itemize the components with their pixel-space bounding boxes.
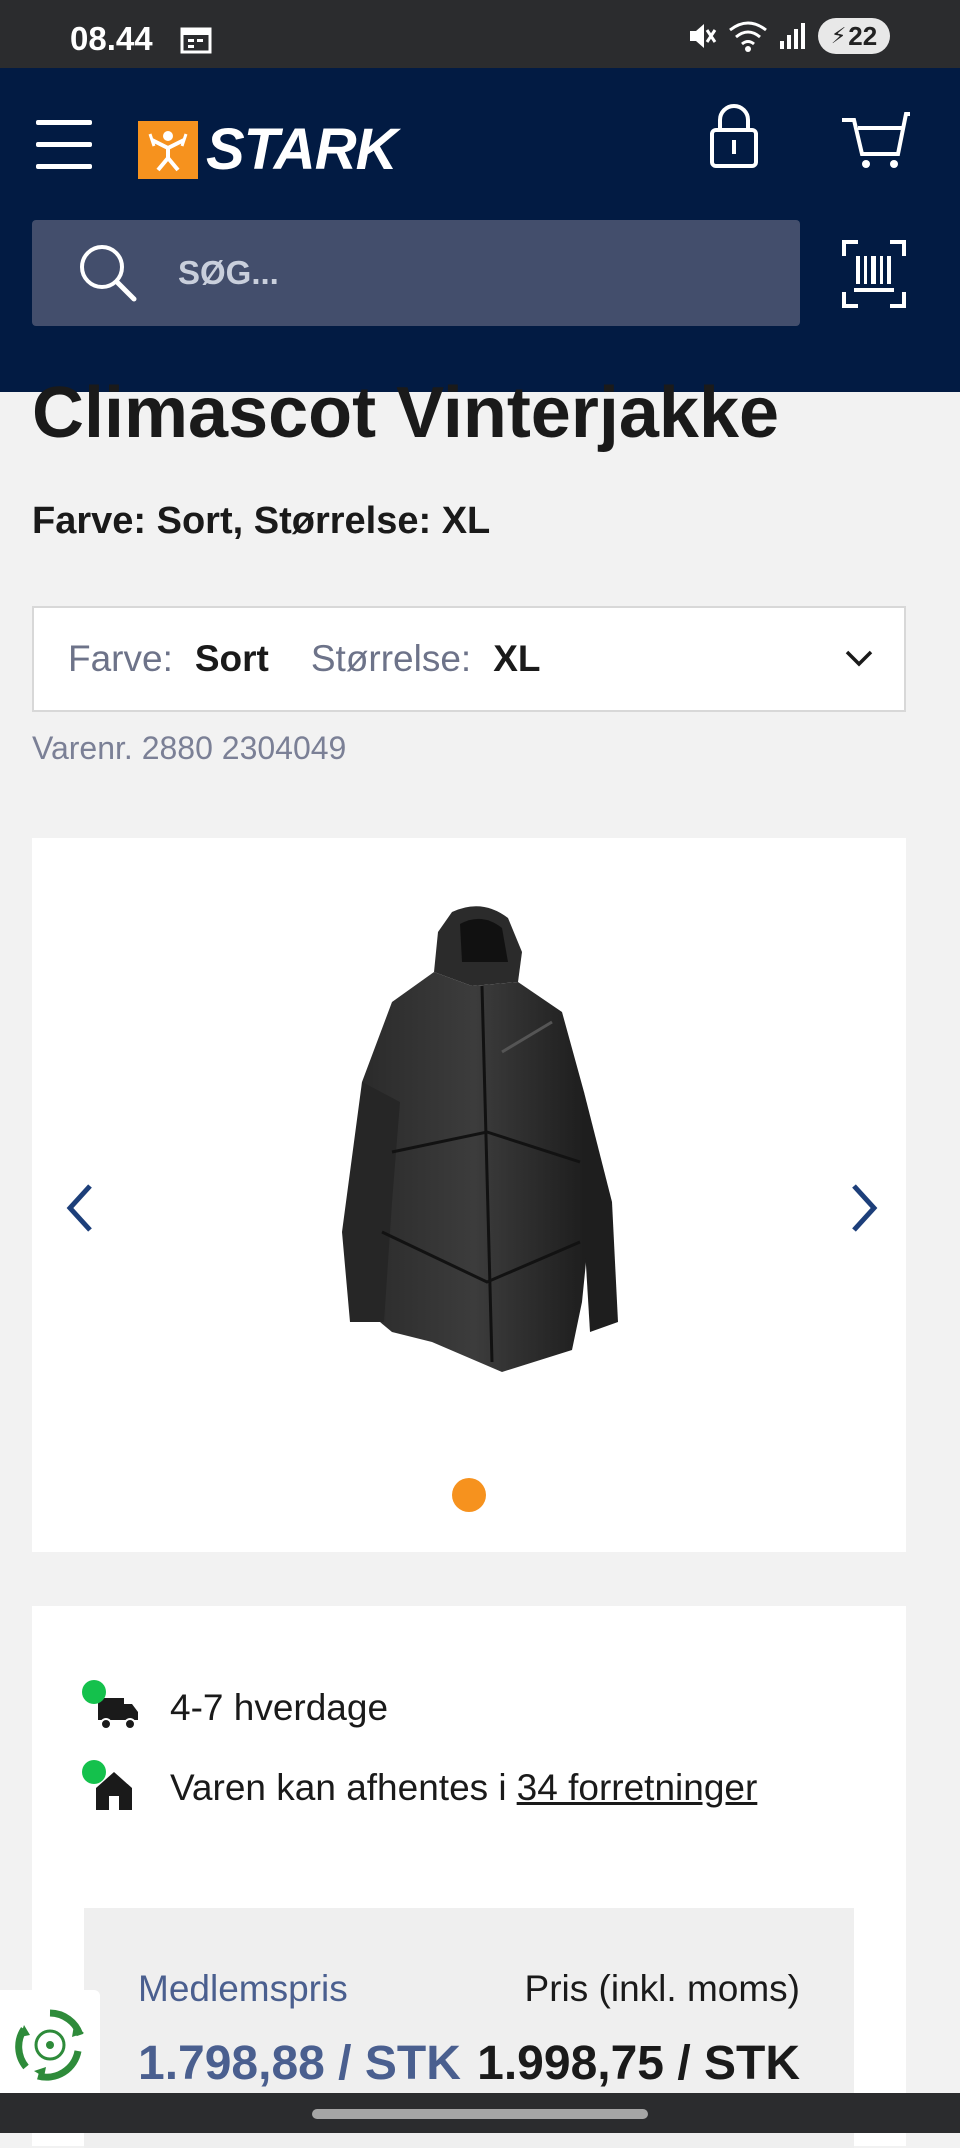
member-price-label: Medlemspris: [138, 1968, 348, 2009]
status-bar: 08.44 ⚡ 22: [0, 0, 960, 68]
pickup-text: Varen kan afhentes i: [170, 1767, 507, 1808]
pickup-info: Varen kan afhentes i 34 forretninger: [82, 1760, 758, 1812]
recycle-icon: [15, 2009, 84, 2081]
lock-icon[interactable]: [704, 100, 764, 170]
barcode-scan-icon[interactable]: [842, 240, 906, 308]
recycle-badge[interactable]: [0, 1990, 100, 2100]
gallery-dot-active[interactable]: [452, 1478, 486, 1512]
product-gallery: [32, 838, 906, 1552]
status-icons: ⚡ 22: [686, 18, 890, 54]
color-label: Farve:: [68, 638, 173, 679]
calendar-icon: [180, 27, 212, 54]
menu-button[interactable]: [36, 120, 92, 170]
status-dot: [82, 1760, 106, 1784]
store-house-icon: [82, 1760, 140, 1812]
menu-icon: [36, 120, 92, 125]
size-label: Størrelse:: [310, 638, 472, 679]
product-image[interactable]: [322, 902, 642, 1382]
delivery-info: 4-7 hverdage: [82, 1680, 389, 1732]
signal-icon: [780, 23, 805, 49]
search-icon: [80, 245, 137, 302]
pickup-stores-link[interactable]: 34 forretninger: [517, 1767, 758, 1809]
chevron-down-icon: [845, 650, 873, 667]
system-nav-bar: [0, 2093, 960, 2133]
brand-name: STARK: [206, 117, 397, 182]
regular-price-label: Pris (inkl. moms): [524, 1968, 800, 2009]
mute-icon: [690, 24, 717, 48]
chevron-left-icon[interactable]: [60, 1180, 100, 1236]
status-dot: [82, 1680, 106, 1704]
size-value: XL: [493, 638, 541, 679]
status-time: 08.44: [70, 20, 153, 57]
battery-level: 22: [848, 20, 878, 51]
site-header: STARK: [0, 68, 960, 392]
product-variant-summary: Farve: Sort, Størrelse: XL: [32, 500, 491, 542]
wifi-icon: [729, 21, 767, 52]
color-value: Sort: [194, 638, 269, 679]
battery-icon: ⚡ 22: [818, 18, 890, 54]
stark-logo[interactable]: STARK: [138, 116, 397, 183]
product-title: Climascot Vinterjakke: [32, 373, 780, 453]
search-input[interactable]: [178, 243, 800, 303]
member-price: 1.798,88 / STK: [138, 2037, 461, 2090]
logo-mark-icon: [138, 120, 198, 179]
search-bar[interactable]: [32, 220, 800, 326]
cart-icon[interactable]: [840, 104, 910, 174]
variant-selector[interactable]: Farve: Sort Størrelse: XL: [32, 606, 906, 712]
delivery-text: 4-7 hverdage: [170, 1687, 389, 1728]
item-number: Varenr. 2880 2304049: [32, 730, 347, 766]
availability-card: 4-7 hverdage Varen kan afhentes i 34 for…: [32, 1606, 906, 2148]
regular-price: 1.998,75 / STK: [477, 2037, 800, 2090]
home-gesture-handle[interactable]: [312, 2109, 648, 2119]
delivery-truck-icon: [82, 1680, 140, 1732]
chevron-right-icon[interactable]: [844, 1180, 884, 1236]
